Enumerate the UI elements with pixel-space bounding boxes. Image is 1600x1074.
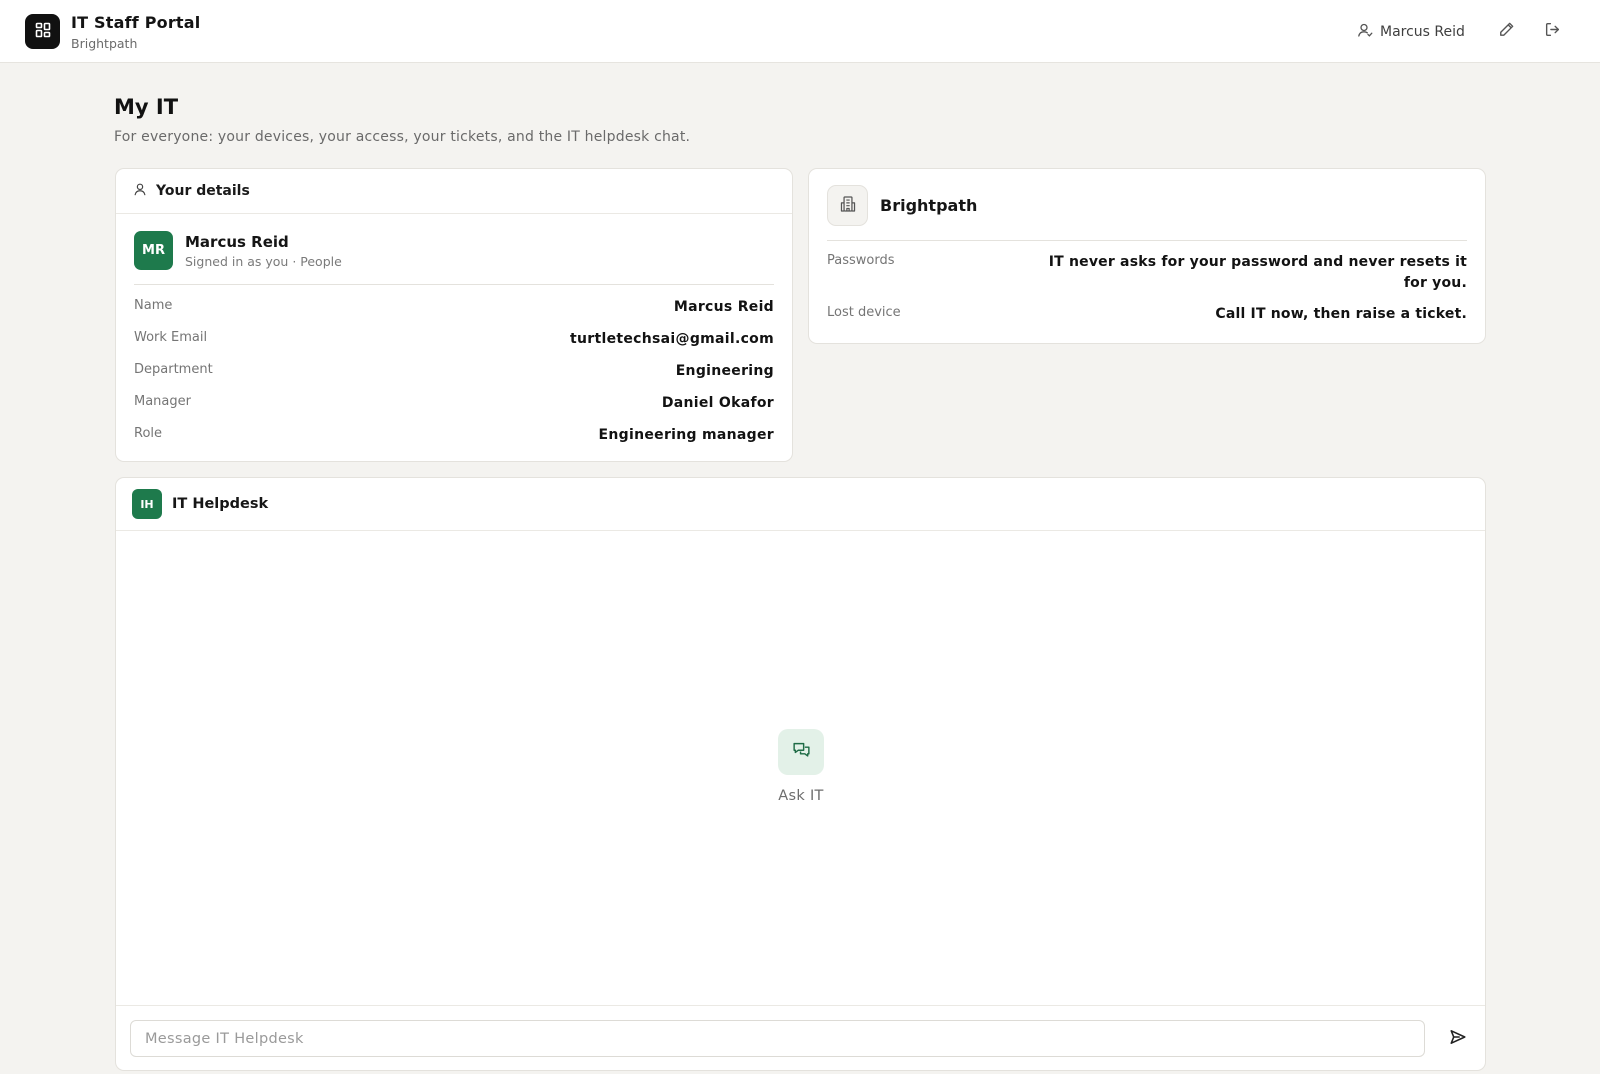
detail-row-email: Work Email turtletechsai@gmail.com [134, 330, 774, 350]
message-input[interactable] [130, 1020, 1425, 1057]
signed-in-status: Signed in as you · People [185, 254, 342, 269]
detail-value: Marcus Reid [673, 299, 774, 315]
pencil-icon [1498, 21, 1515, 42]
detail-label: Name [134, 298, 173, 313]
top-bar: IT Staff Portal Brightpath Marcus Reid [0, 0, 1600, 63]
building-icon [839, 195, 857, 217]
policy-value-passwords: IT never asks for your password and neve… [1048, 254, 1467, 291]
your-details-header: Your details [116, 169, 792, 214]
send-icon [1449, 1028, 1467, 1050]
your-details-heading: Your details [156, 183, 250, 199]
chat-empty-state-label: Ask IT [778, 788, 824, 804]
policy-value-lost-device: Call IT now, then raise a ticket. [1215, 306, 1467, 322]
app-title: IT Staff Portal [71, 13, 201, 32]
helpdesk-title: IT Helpdesk [172, 496, 269, 512]
helpdesk-avatar: IH [132, 489, 162, 519]
message-composer [116, 1005, 1485, 1070]
detail-value: Engineering manager [598, 427, 774, 443]
logout-button[interactable] [1541, 20, 1563, 42]
divider [134, 284, 774, 285]
app-logo[interactable] [25, 14, 60, 49]
detail-label: Manager [134, 394, 191, 409]
helpdesk-chat-panel: IH IT Helpdesk Ask IT [115, 477, 1486, 1071]
avatar: MR [134, 231, 173, 270]
page-subtitle: For everyone: your devices, your access,… [114, 129, 691, 145]
detail-label: Work Email [134, 330, 208, 345]
detail-value: Daniel Okafor [661, 395, 774, 411]
detail-row-name: Name Marcus Reid [134, 298, 774, 318]
user-icon [1357, 22, 1373, 42]
policy-label-lost-device: Lost device [827, 305, 901, 320]
grid-icon [35, 22, 51, 42]
your-details-card: Your details MR Marcus Reid Signed in as… [115, 168, 793, 462]
org-subtitle: Brightpath [71, 36, 138, 51]
person-icon [133, 182, 147, 200]
page-title: My IT [114, 95, 179, 119]
send-button[interactable] [1445, 1026, 1471, 1052]
detail-label: Department [134, 362, 213, 377]
chat-bubbles-icon [792, 741, 811, 764]
logout-icon [1544, 21, 1561, 42]
org-name: Brightpath [880, 196, 978, 215]
edit-button[interactable] [1495, 20, 1517, 42]
user-name: Marcus Reid [1380, 24, 1465, 40]
detail-value: Engineering [675, 363, 774, 379]
building-icon-wrapper [827, 185, 868, 226]
policy-label-passwords: Passwords [827, 253, 895, 268]
divider [827, 240, 1467, 241]
detail-value: turtletechsai@gmail.com [570, 331, 774, 347]
user-full-name: Marcus Reid [185, 233, 289, 251]
user-menu-button[interactable]: Marcus Reid [1357, 19, 1465, 45]
detail-row-manager: Manager Daniel Okafor [134, 394, 774, 414]
helpdesk-header: IH IT Helpdesk [116, 478, 1485, 531]
detail-label: Role [134, 426, 163, 441]
chat-empty-state-icon-wrapper [778, 729, 824, 775]
org-policy-card: Brightpath Passwords IT never asks for y… [808, 168, 1486, 344]
detail-row-department: Department Engineering [134, 362, 774, 382]
detail-row-role: Role Engineering manager [134, 426, 774, 446]
